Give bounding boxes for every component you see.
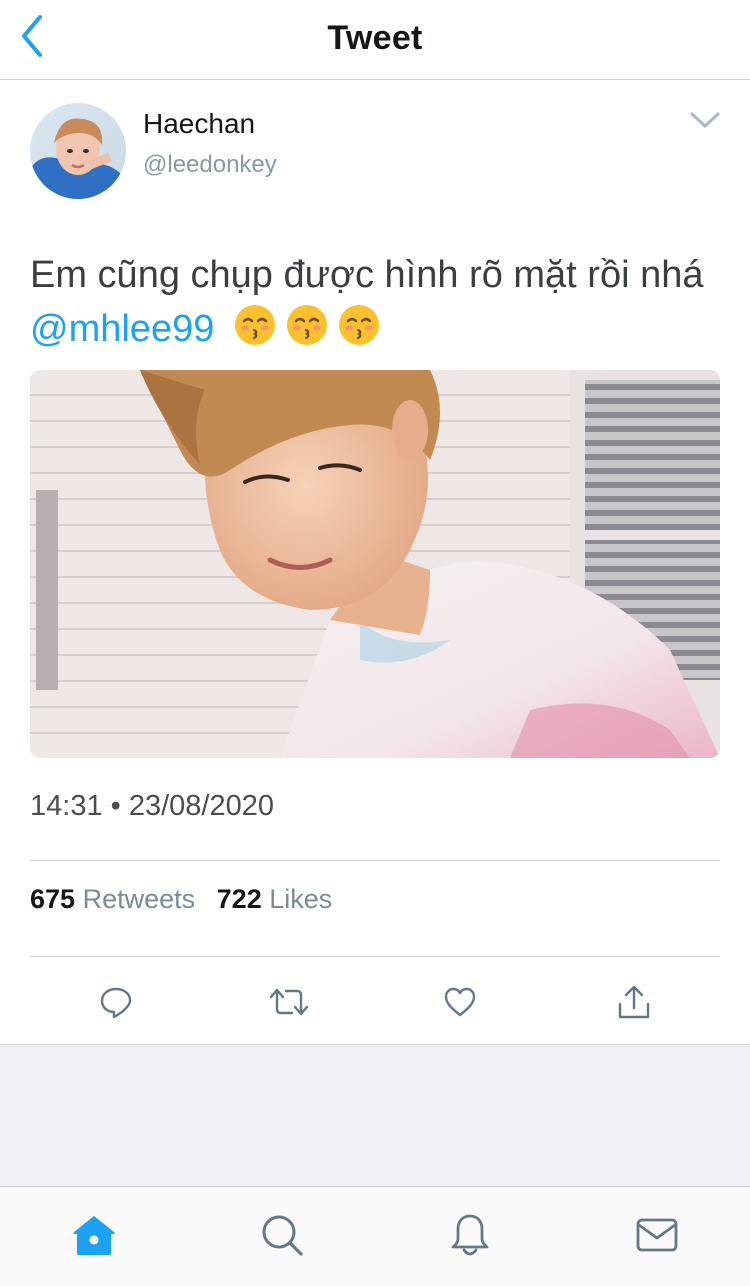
bottom-tab-bar (0, 1186, 750, 1286)
tweet-time: 14:31 (30, 790, 103, 822)
author-handle[interactable]: @leedonkey (143, 151, 277, 179)
tab-home[interactable] (64, 1205, 124, 1265)
retweet-icon (269, 988, 309, 1016)
tweet-date: 23/08/2020 (128, 790, 275, 822)
tweet-action-bar (0, 972, 750, 1032)
like-button[interactable] (436, 978, 484, 1026)
reply-icon (100, 987, 132, 1019)
emoji-group (233, 303, 381, 347)
avatar[interactable] (30, 103, 126, 199)
likes-count: 722 (216, 884, 262, 914)
likes-label: Likes (269, 884, 333, 914)
engagement-stats: 675 Retweets 722 Likes (30, 884, 346, 915)
tweet-menu-button[interactable] (686, 103, 724, 137)
reply-button[interactable] (92, 978, 140, 1026)
author-name[interactable]: Haechan (143, 108, 255, 140)
empty-replies-area (0, 1044, 750, 1186)
home-icon (73, 1216, 115, 1255)
share-icon (618, 985, 650, 1019)
kissing-face-emoji-icon (286, 305, 327, 345)
tweet-timestamp: 14:31 • 23/08/2020 (30, 790, 274, 823)
tab-messages[interactable] (627, 1205, 687, 1265)
messages-icon (636, 1218, 678, 1252)
search-icon (262, 1215, 303, 1256)
likes-stat[interactable]: 722 Likes (217, 884, 333, 915)
retweet-button[interactable] (265, 978, 313, 1026)
retweets-count: 675 (30, 884, 76, 914)
notifications-icon (451, 1214, 489, 1256)
page-title: Tweet (327, 19, 423, 57)
tab-notifications[interactable] (440, 1205, 500, 1265)
retweets-stat[interactable]: 675 Retweets (30, 884, 195, 915)
tweet-detail-screen: Tweet Haechan @leedonkey Em cũng chụp đư… (0, 0, 750, 1286)
chevron-down-icon (690, 112, 720, 128)
timestamp-separator: • (110, 790, 121, 822)
tweet-body: Em cũng chụp được hình rõ mặt rồi nhá (30, 254, 704, 296)
mention-link[interactable]: @mhlee99 (30, 308, 214, 350)
tweet-text: Em cũng chụp được hình rõ mặt rồi nhá @m… (30, 248, 720, 356)
navigation-header: Tweet (0, 0, 750, 80)
divider (30, 956, 720, 957)
tab-search[interactable] (252, 1205, 312, 1265)
kissing-face-emoji-icon (338, 305, 379, 345)
tweet-photo[interactable] (30, 370, 720, 758)
like-icon (444, 987, 476, 1017)
share-button[interactable] (610, 978, 658, 1026)
retweets-label: Retweets (82, 884, 196, 914)
divider (30, 860, 720, 861)
kissing-face-emoji-icon (234, 305, 275, 345)
